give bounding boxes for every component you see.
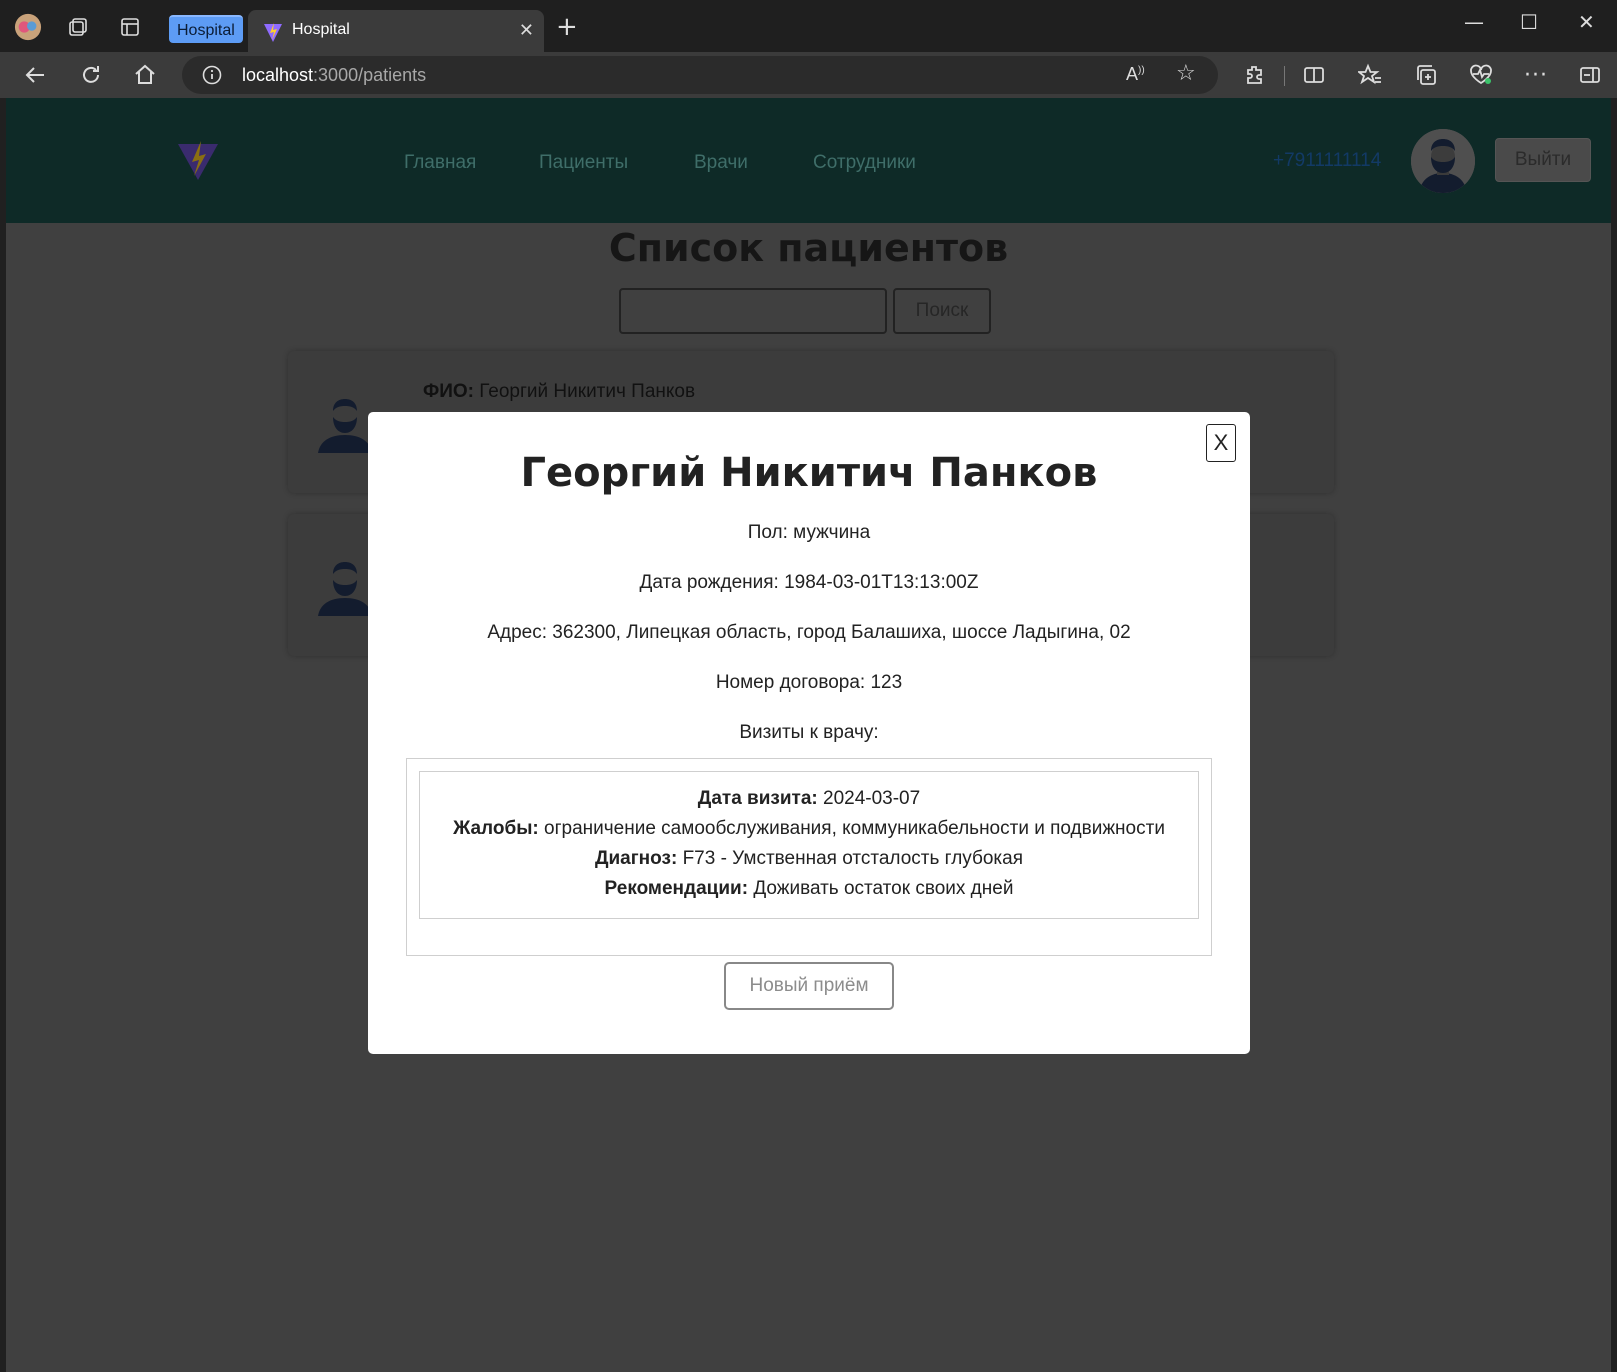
visit-diagnosis-value: F73 - Умственная отсталость глубокая — [682, 848, 1024, 869]
patient-address: Адрес: 362300, Липецкая область, город Б… — [487, 622, 1131, 643]
fio-value: Георгий Никитич Панков — [479, 381, 696, 402]
search-input[interactable] — [619, 288, 887, 334]
more-icon[interactable]: ··· — [1521, 60, 1551, 90]
tab-hospital[interactable]: Hospital ✕ — [248, 10, 544, 52]
collections-icon[interactable] — [1411, 60, 1441, 90]
patient-contract: Номер договора: 123 — [715, 672, 903, 693]
user-phone-link[interactable]: +7911111114 — [1273, 150, 1381, 172]
logo-icon[interactable] — [176, 138, 220, 182]
patient-avatar-icon — [318, 399, 372, 453]
page-title: Список пациентов — [608, 226, 1009, 270]
nav-link-doctors[interactable]: Врачи — [694, 152, 748, 174]
nav-link-home[interactable]: Главная — [404, 152, 476, 174]
visit-date: Дата визита: 2024-03-07 — [420, 788, 1198, 810]
refresh-icon[interactable] — [76, 60, 106, 90]
toolbar-divider — [1284, 66, 1285, 86]
patient-name-heading: Георгий Никитич Панков — [520, 450, 1098, 496]
window-close-icon[interactable]: ✕ — [1578, 10, 1595, 34]
visit-card: Дата визита: 2024-03-07 Жалобы: ограниче… — [419, 771, 1199, 919]
nav-link-staff[interactable]: Сотрудники — [813, 152, 916, 174]
split-screen-icon[interactable] — [1299, 60, 1329, 90]
close-icon[interactable]: ✕ — [519, 20, 534, 41]
browser-titlebar: Hospital Hospital ✕ + — ☐ ✕ — [0, 0, 1617, 52]
visit-recommendations: Рекомендации: Доживать остаток своих дне… — [420, 878, 1198, 900]
maximize-icon[interactable]: ☐ — [1520, 10, 1538, 34]
back-icon[interactable] — [20, 60, 50, 90]
search-button[interactable]: Поиск — [893, 288, 991, 334]
favorite-icon[interactable]: ☆ — [1176, 61, 1196, 86]
visit-diagnosis: Диагноз: F73 - Умственная отсталость глу… — [420, 848, 1198, 870]
new-visit-button[interactable]: Новый приём — [724, 962, 894, 1010]
url-path: :3000/patients — [313, 65, 427, 85]
address-bar[interactable]: localhost:3000/patients A)) ☆ — [182, 56, 1218, 94]
logout-button[interactable]: Выйти — [1495, 138, 1591, 182]
patient-fio: ФИО: Георгий Никитич Панков — [423, 381, 695, 403]
patient-birthdate: Дата рождения: 1984-03-01T13:13:00Z — [639, 572, 979, 593]
info-icon[interactable] — [202, 65, 222, 85]
patient-modal: X Георгий Никитич Панков Пол: мужчина Да… — [368, 412, 1250, 1054]
visit-diagnosis-label: Диагноз: — [594, 848, 678, 869]
home-icon[interactable] — [130, 60, 160, 90]
visit-recommend-label: Рекомендации: — [604, 878, 749, 899]
sidebar-icon[interactable] — [1575, 60, 1605, 90]
workspaces-icon[interactable] — [64, 13, 92, 41]
favorites-icon[interactable] — [1355, 60, 1385, 90]
page-viewport: Главная Пациенты Врачи Сотрудники +79111… — [6, 98, 1611, 1372]
browser-toolbar: localhost:3000/patients A)) ☆ ··· — [0, 52, 1617, 98]
tab-title: Hospital — [292, 21, 350, 38]
vite-favicon-icon — [264, 23, 282, 42]
url-host: localhost — [242, 65, 314, 85]
url-text[interactable]: localhost:3000/patients — [242, 65, 426, 86]
site-navbar: Главная Пациенты Врачи Сотрудники +79111… — [6, 98, 1611, 223]
visit-complaints-label: Жалобы: — [453, 818, 539, 839]
visit-complaints: Жалобы: ограничение самообслуживания, ко… — [420, 818, 1198, 840]
health-icon[interactable] — [1466, 60, 1496, 90]
plus-icon[interactable]: + — [556, 14, 578, 40]
read-aloud-icon[interactable]: A)) — [1126, 64, 1145, 85]
fio-label: ФИО: — [423, 381, 474, 402]
visit-date-label: Дата визита: — [697, 788, 818, 809]
visits-list: Дата визита: 2024-03-07 Жалобы: ограниче… — [406, 758, 1212, 956]
nav-link-patients[interactable]: Пациенты — [539, 152, 628, 174]
profile-icon[interactable] — [14, 13, 42, 41]
avatar[interactable] — [1411, 129, 1475, 193]
minimize-icon[interactable]: — — [1464, 10, 1484, 34]
visit-date-value: 2024-03-07 — [823, 788, 921, 809]
tab-actions-icon[interactable] — [116, 13, 144, 41]
extensions-icon[interactable] — [1240, 60, 1270, 90]
visit-recommend-value: Доживать остаток своих дней — [753, 878, 1014, 899]
visits-heading: Визиты к врачу: — [739, 722, 879, 743]
patient-gender: Пол: мужчина — [747, 522, 871, 543]
visit-complaints-value: ограничение самообслуживания, коммуникаб… — [544, 818, 1165, 839]
tab-group-label[interactable]: Hospital — [169, 15, 243, 43]
patient-avatar-icon — [318, 562, 372, 616]
